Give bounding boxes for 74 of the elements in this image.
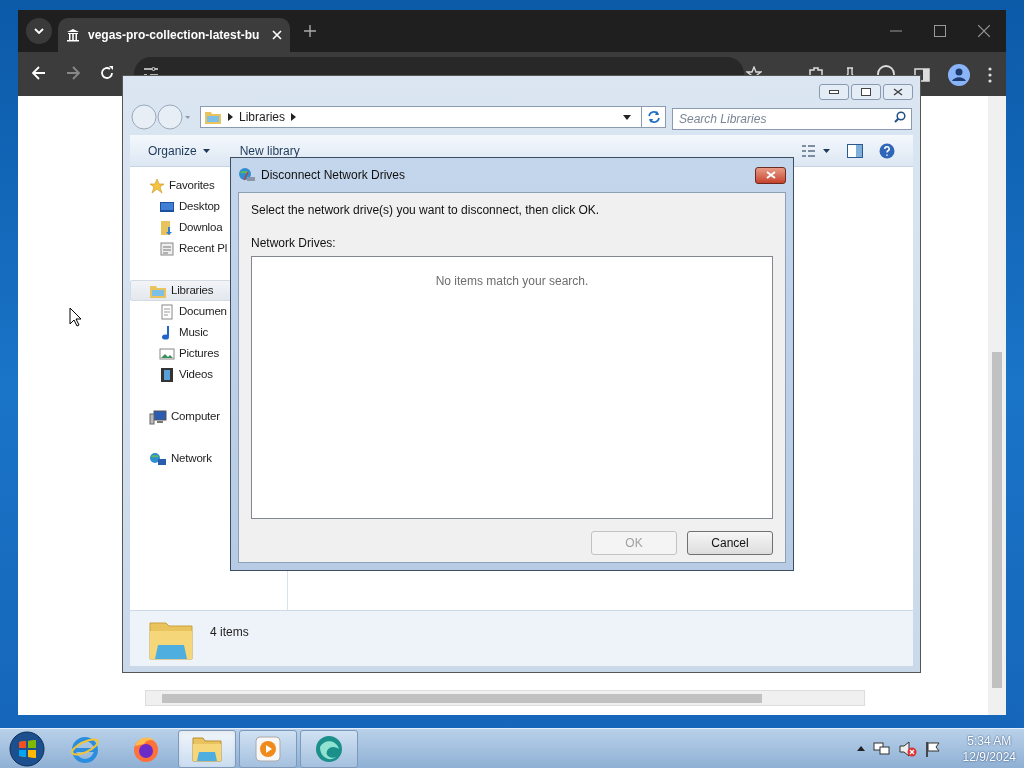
taskbar-button[interactable]: [300, 729, 358, 768]
film-icon: [159, 366, 175, 383]
chevron-down-icon: [34, 28, 44, 34]
search-field[interactable]: Search Libraries: [672, 108, 912, 130]
library-icon: [204, 109, 222, 125]
dialog-button[interactable]: Cancel: [687, 531, 773, 555]
new-tab-icon[interactable]: [304, 25, 316, 37]
start-orb-icon[interactable]: [8, 729, 46, 768]
tab-search-button[interactable]: [26, 18, 52, 44]
address-bar[interactable]: Libraries: [200, 106, 666, 128]
reload-icon[interactable]: [100, 66, 114, 80]
empty-message: No items match your search.: [435, 273, 589, 290]
recent-places-icon: [159, 240, 175, 257]
mouse-pointer-icon: [69, 307, 82, 327]
list-label: Network Drives:: [251, 235, 337, 252]
close-icon: [893, 88, 903, 96]
taskbar-button[interactable]: [239, 729, 297, 768]
network-drives-list[interactable]: No items match your search.: [251, 256, 773, 519]
dropdown-arrow-icon: [202, 148, 210, 153]
help-icon[interactable]: [879, 142, 895, 159]
clock-time: 5:34 AM: [967, 732, 1012, 749]
side-panel-icon[interactable]: [914, 68, 930, 82]
taskbar-button[interactable]: [178, 729, 236, 768]
network-drive-icon: [238, 167, 256, 183]
star-icon: [149, 177, 165, 194]
dropdown-arrow-icon[interactable]: [623, 114, 631, 120]
browser-tab[interactable]: vegas-pro-collection-latest-bu: [58, 18, 290, 52]
flag-icon[interactable]: [924, 740, 941, 757]
network-icon: [149, 450, 167, 467]
restore-button[interactable]: [851, 84, 881, 100]
minimize-button[interactable]: [819, 84, 849, 100]
close-icon[interactable]: [978, 25, 990, 37]
dialog-title: Disconnect Network Drives: [261, 167, 406, 184]
computer-icon: [149, 408, 167, 425]
scrollbar-thumb[interactable]: [162, 694, 762, 703]
page-scrollbar[interactable]: [988, 96, 1006, 715]
restore-icon: [861, 88, 871, 96]
horizontal-scrollbar[interactable]: [145, 690, 865, 706]
extensions-icon[interactable]: [808, 66, 824, 75]
folder-icon: [191, 734, 223, 763]
minimize-icon: [829, 90, 839, 94]
breadcrumb-arrow-icon[interactable]: [291, 113, 297, 121]
item-count: 4 items: [210, 623, 249, 641]
breadcrumb-item[interactable]: Libraries: [239, 108, 286, 126]
globe-app-icon: [314, 733, 344, 764]
bookmark-star-icon[interactable]: [746, 66, 762, 75]
toolbar-button[interactable]: New library: [239, 141, 300, 160]
play-button-icon: [255, 735, 281, 762]
view-options-icon[interactable]: [801, 143, 831, 158]
forward-arrow-icon[interactable]: [66, 66, 80, 80]
scrollbar-thumb[interactable]: [992, 352, 1002, 688]
menu-dots-icon[interactable]: [988, 67, 992, 83]
site-info-icon: [144, 66, 158, 75]
profile-avatar-icon[interactable]: [948, 64, 970, 86]
back-arrow-icon[interactable]: [32, 66, 46, 80]
close-icon: [765, 171, 776, 179]
search-icon: [894, 111, 906, 123]
breadcrumb-arrow-icon[interactable]: [228, 113, 233, 121]
toolbar-button[interactable]: Organize: [148, 141, 210, 160]
folder-download-icon: [159, 219, 175, 236]
preview-pane-icon[interactable]: [847, 143, 863, 158]
maximize-icon[interactable]: [934, 25, 946, 37]
close-button[interactable]: [755, 166, 786, 184]
refresh-arrows-icon: [646, 110, 661, 124]
muted-speaker-icon[interactable]: [898, 740, 917, 757]
close-button[interactable]: [883, 84, 913, 100]
tab-title: vegas-pro-collection-latest-bu: [88, 27, 261, 44]
building-columns-icon: [66, 28, 80, 42]
show-hidden-icons-icon[interactable]: [856, 746, 865, 751]
pictures-icon: [159, 345, 175, 362]
network-status-icon[interactable]: [872, 740, 891, 757]
instruction-text: Select the network drive(s) you want to disconnect, then click OK.: [251, 202, 601, 219]
document-icon: [159, 303, 175, 320]
clock-date: 12/9/2024: [962, 748, 1016, 765]
